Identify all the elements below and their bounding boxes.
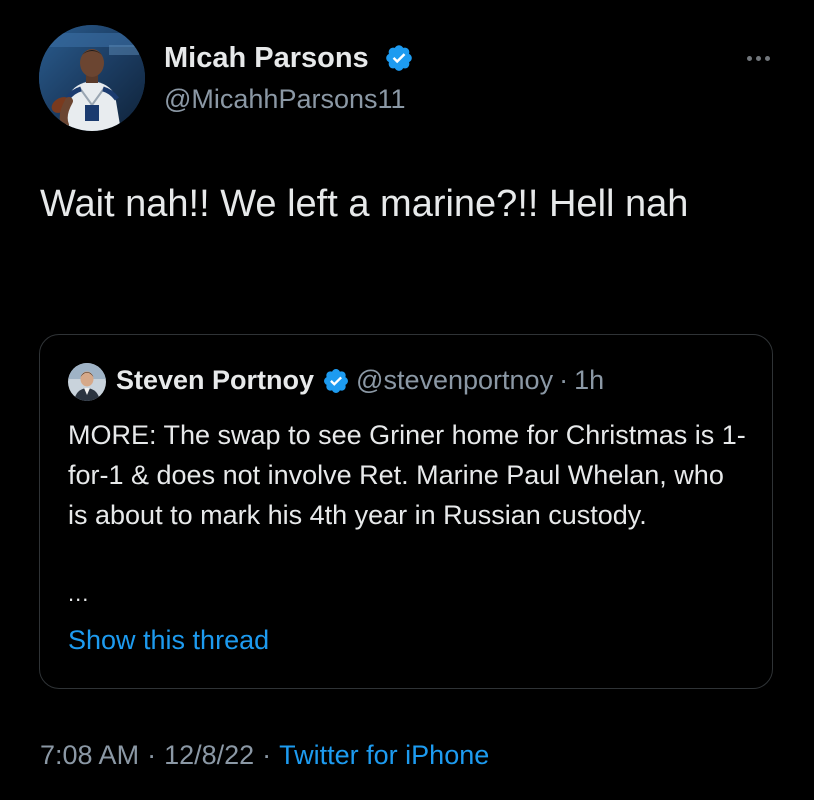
quote-author-name[interactable]: Steven Portnoy	[116, 365, 314, 396]
more-options-icon[interactable]	[738, 46, 778, 70]
quote-text: MORE: The swap to see Griner home for Ch…	[68, 420, 746, 530]
author-avatar[interactable]	[39, 25, 145, 131]
verified-badge-icon	[386, 45, 412, 71]
quote-ellipsis: ...	[68, 581, 90, 606]
show-thread-link[interactable]: Show this thread	[68, 625, 269, 656]
more-dot	[746, 55, 752, 61]
author-handle[interactable]: @MicahhParsons11	[164, 84, 406, 115]
tweet-date[interactable]: 12/8/22	[164, 740, 254, 770]
separator-dot: ·	[147, 740, 157, 770]
more-dot	[755, 55, 761, 61]
verified-badge-icon	[324, 368, 349, 393]
tweet-metadata: 7:08 AM · 12/8/22 · Twitter for iPhone	[40, 740, 489, 771]
person-avatar-icon	[68, 363, 106, 401]
quoted-tweet[interactable]: Steven Portnoy @stevenportnoy · 1h MORE:…	[39, 334, 773, 689]
separator-dot: ·	[262, 740, 272, 770]
more-dot	[764, 55, 770, 61]
separator-dot: ·	[559, 365, 569, 395]
author-name[interactable]: Micah Parsons	[164, 42, 369, 75]
football-player-avatar-icon	[39, 25, 145, 131]
tweet-source-link[interactable]: Twitter for iPhone	[279, 740, 489, 770]
quote-timestamp[interactable]: 1h	[574, 365, 604, 396]
quote-author-avatar[interactable]	[68, 363, 106, 401]
tweet-text: Wait nah!! We left a marine?!! Hell nah	[40, 183, 689, 225]
tweet-time[interactable]: 7:08 AM	[40, 740, 139, 770]
quote-author-handle[interactable]: @stevenportnoy	[356, 365, 553, 396]
